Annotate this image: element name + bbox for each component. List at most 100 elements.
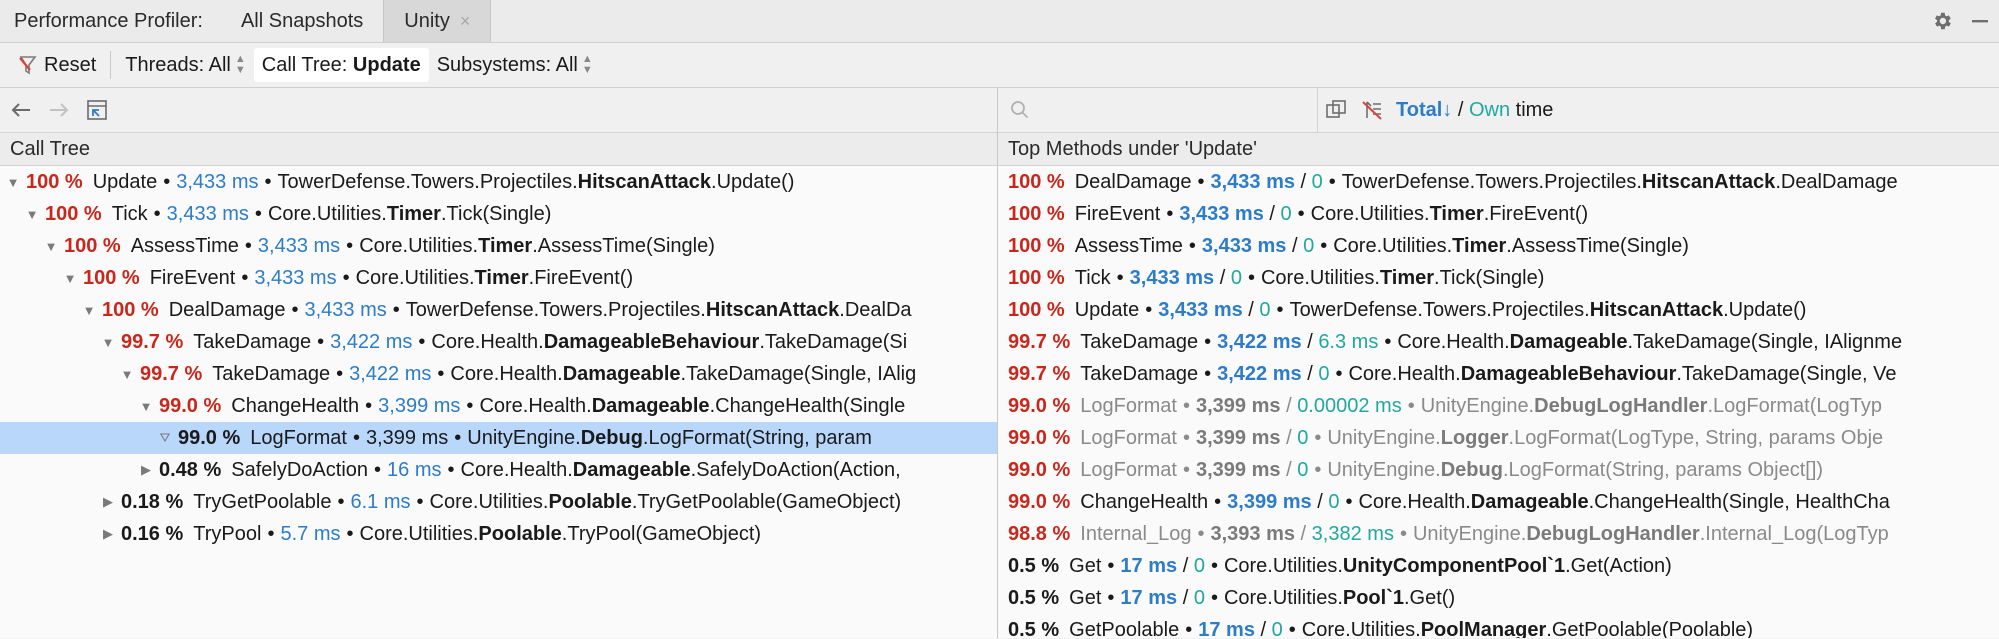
call-tree-row[interactable]: ▶ 0.48 % SafelyDoAction • 16 ms • Core.Health.…	[0, 454, 997, 486]
reset-button[interactable]: Reset	[10, 48, 104, 82]
top-method-row[interactable]: 0.5 % Get • 17 ms / 0 • Core.Utilities.UnityC…	[998, 550, 1999, 582]
threads-dropdown[interactable]: Threads: All ▲ ▼	[117, 48, 254, 82]
namespace: Core.Utilities.	[359, 522, 479, 545]
call-tree-dropdown[interactable]: Call Tree: Update	[253, 48, 429, 82]
class-name: Damageable	[591, 394, 710, 417]
call-tree-row[interactable]: ▼ 100 % FireEvent • 3,433 ms • Core.Utilities.…	[0, 262, 997, 294]
top-method-row[interactable]: 99.0 % LogFormat • 3,399 ms / 0.00002 ms • Un…	[998, 390, 1999, 422]
percent-value: 99.7 %	[1008, 362, 1071, 385]
top-method-row[interactable]: 0.5 % Get • 17 ms / 0 • Core.Utilities.Pool`1…	[998, 582, 1999, 614]
bullet-separator: •	[1214, 490, 1222, 513]
percent-value: 100 %	[1008, 298, 1065, 321]
tab-unity[interactable]: Unity ×	[383, 0, 492, 42]
subsystems-dropdown[interactable]: Subsystems: All ▲ ▼	[429, 48, 601, 82]
call-tree-row[interactable]: ▼ 99.0 % ChangeHealth • 3,399 ms • Core.Health…	[0, 390, 997, 422]
method-signature: .GetPoolable(Poolable)	[1546, 618, 1754, 639]
top-method-row[interactable]: 99.0 % LogFormat • 3,399 ms / 0 • UnityEngine…	[998, 422, 1999, 454]
total-time-option[interactable]: Total	[1396, 99, 1442, 121]
bullet-separator: •	[1185, 618, 1193, 639]
call-tree-row[interactable]: ▼ 99.7 % TakeDamage • 3,422 ms • Core.Health. D…	[0, 358, 997, 390]
bullet-separator: •	[352, 426, 360, 449]
own-time-value: 0	[1297, 426, 1309, 449]
filter-off-icon[interactable]	[1354, 99, 1390, 121]
method-name: Tick	[1074, 266, 1111, 289]
collapse-arrow-icon[interactable]: ▼	[137, 399, 155, 414]
call-tree-row[interactable]: ▼ 100 % DealDamage • 3,433 ms • TowerDefense.T…	[0, 294, 997, 326]
search-input[interactable]	[998, 88, 1318, 133]
top-method-row[interactable]: 100 % FireEvent • 3,433 ms / 0 • Core.Utiliti…	[998, 198, 1999, 230]
method-name: Internal_Log	[1080, 522, 1192, 545]
expand-icon[interactable]: ▶	[99, 526, 117, 542]
bullet-separator: •	[1407, 394, 1415, 417]
method-name: TakeDamage	[1080, 362, 1199, 385]
expand-icon[interactable]: ▶	[137, 462, 155, 478]
collapse-arrow-icon[interactable]: ▼	[42, 239, 60, 254]
percent-value: 99.0 %	[1008, 458, 1071, 481]
bullet-separator: •	[1335, 362, 1343, 385]
method-name: FireEvent	[1074, 202, 1161, 225]
collapse-icon[interactable]	[80, 93, 114, 127]
collapse-arrow-icon[interactable]: ▼	[99, 335, 117, 350]
call-tree-row[interactable]: ▼ 100 % Update • 3,433 ms • TowerDefense.Tower…	[0, 166, 997, 198]
top-method-row[interactable]: 100 % Tick • 3,433 ms / 0 • Core.Utilities.Ti…	[998, 262, 1999, 294]
class-name: HitscanAttack	[577, 170, 712, 193]
method-signature: .Update()	[1723, 298, 1807, 321]
top-method-row[interactable]: 100 % Update • 3,433 ms / 0 • TowerDefense.To…	[998, 294, 1999, 326]
time-mode-toggle[interactable]: Total↓ / Own time	[1396, 99, 1553, 122]
gear-icon[interactable]	[1923, 0, 1961, 42]
method-name: ChangeHealth	[1080, 490, 1209, 513]
method-signature: .AssessTime(Single)	[1506, 234, 1689, 257]
percent-value: 100 %	[1008, 266, 1065, 289]
bullet-separator: •	[437, 362, 445, 385]
collapse-arrow-icon[interactable]: ▼	[23, 207, 41, 222]
minimize-icon[interactable]	[1961, 0, 1999, 42]
filter-icon[interactable]: ⛛	[156, 430, 174, 446]
collapse-arrow-icon[interactable]: ▼	[80, 303, 98, 318]
subsystems-label: Subsystems: All	[436, 53, 578, 76]
own-time-value: 0	[1303, 234, 1315, 257]
expand-icon[interactable]: ▶	[99, 494, 117, 510]
bullet-separator: •	[1399, 522, 1407, 545]
percent-value: 0.5 %	[1008, 618, 1060, 639]
time-value: 3,433 ms	[304, 298, 387, 321]
call-tree-row[interactable]: ⛛ 99.0 % LogFormat • 3,399 ms • UnityEngine. De…	[0, 422, 997, 454]
own-time-option[interactable]: Own	[1469, 99, 1510, 121]
top-method-row[interactable]: 100 % AssessTime • 3,433 ms / 0 • Core.Utilit…	[998, 230, 1999, 262]
call-tree-row[interactable]: ▼ 99.7 % TakeDamage • 3,422 ms • Core.Health. D…	[0, 326, 997, 358]
top-method-row[interactable]: 99.7 % TakeDamage • 3,422 ms / 0 • Core.Healt…	[998, 358, 1999, 390]
arrow-left-icon[interactable]	[4, 93, 38, 127]
time-value: 3,433 ms	[176, 170, 259, 193]
arrow-right-icon[interactable]	[42, 93, 76, 127]
call-tree-row[interactable]: ▶ 0.16 % TryPool • 5.7 ms • Core.Utilities. Poo…	[0, 518, 997, 550]
collapse-arrow-icon[interactable]: ▼	[4, 175, 22, 190]
method-details: ChangeHealth • 3,399 ms / 0 • Core.Health.Da…	[1080, 490, 1890, 513]
total-time-value: 3,399 ms	[1196, 426, 1281, 449]
method-details: AssessTime • 3,433 ms / 0 • Core.Utilities.T…	[1074, 234, 1689, 257]
own-time-value: 0.00002 ms	[1297, 394, 1402, 417]
namespace: Core.Health.	[450, 362, 563, 385]
class-name: PoolManager	[1420, 618, 1547, 639]
merge-icon[interactable]	[1318, 99, 1354, 121]
call-tree-toolbar	[0, 88, 997, 133]
top-method-row[interactable]: 98.8 % Internal_Log • 3,393 ms / 3,382 ms • U…	[998, 518, 1999, 550]
top-method-row[interactable]: 99.0 % LogFormat • 3,399 ms / 0 • UnityEngine…	[998, 454, 1999, 486]
method-signature: .DealDa	[839, 298, 912, 321]
method-signature: .TakeDamage(Si	[759, 330, 908, 353]
call-tree-row[interactable]: ▼ 100 % Tick • 3,433 ms • Core.Utilities. Timer…	[0, 198, 997, 230]
call-tree-row[interactable]: ▶ 0.18 % TryGetPoolable • 6.1 ms • Core.Utilit…	[0, 486, 997, 518]
top-method-row[interactable]: 99.7 % TakeDamage • 3,422 ms / 6.3 ms • Core.…	[998, 326, 1999, 358]
close-icon[interactable]: ×	[460, 11, 471, 32]
top-method-row[interactable]: 100 % DealDamage • 3,433 ms / 0 • TowerDefens…	[998, 166, 1999, 198]
top-method-row[interactable]: 99.0 % ChangeHealth • 3,399 ms / 0 • Core.Hea…	[998, 486, 1999, 518]
method-signature: .TryGetPoolable(GameObject)	[631, 490, 902, 513]
collapse-arrow-icon[interactable]: ▼	[61, 271, 79, 286]
call-tree-row[interactable]: ▼ 100 % AssessTime • 3,433 ms • Core.Utilities…	[0, 230, 997, 262]
collapse-arrow-icon[interactable]: ▼	[118, 367, 136, 382]
class-name: UnityComponentPool`1	[1342, 554, 1566, 577]
method-name: LogFormat	[1080, 426, 1177, 449]
method-details: LogFormat • 3,399 ms / 0 • UnityEngine.Debug…	[1080, 458, 1824, 481]
top-method-row[interactable]: 0.5 % GetPoolable • 17 ms / 0 • Core.Utilitie…	[998, 614, 1999, 639]
tab-all-snapshots[interactable]: All Snapshots	[221, 0, 383, 42]
own-time-value: 0	[1297, 458, 1309, 481]
